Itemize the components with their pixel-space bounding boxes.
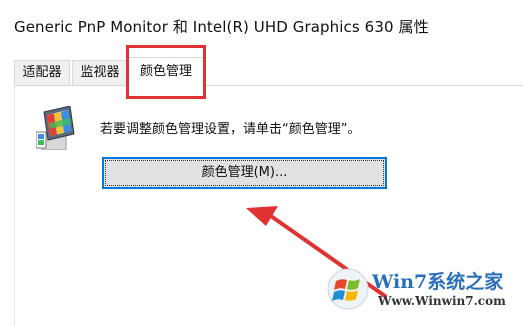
dialog-title: Generic PnP Monitor 和 Intel(R) UHD Graph…: [14, 18, 429, 36]
focus-rectangle: [105, 160, 384, 186]
display-properties-dialog: Generic PnP Monitor 和 Intel(R) UHD Graph…: [0, 0, 523, 326]
tab-color-management[interactable]: 颜色管理: [128, 57, 204, 86]
color-management-button[interactable]: 颜色管理(M)...: [102, 157, 387, 189]
watermark-url: Www.Winwin7.com: [378, 294, 506, 308]
tab-monitor[interactable]: 监视器: [72, 60, 128, 85]
watermark-brand: Win7系统之家: [372, 271, 504, 293]
tab-adapter[interactable]: 适配器: [14, 60, 70, 85]
instruction-text: 若要调整颜色管理设置，请单击“颜色管理”。: [100, 122, 361, 137]
site-watermark: Win7系统之家 Www.Winwin7.com: [326, 263, 518, 315]
color-management-monitor-icon: [36, 106, 75, 150]
windows-logo-icon: [327, 268, 369, 310]
